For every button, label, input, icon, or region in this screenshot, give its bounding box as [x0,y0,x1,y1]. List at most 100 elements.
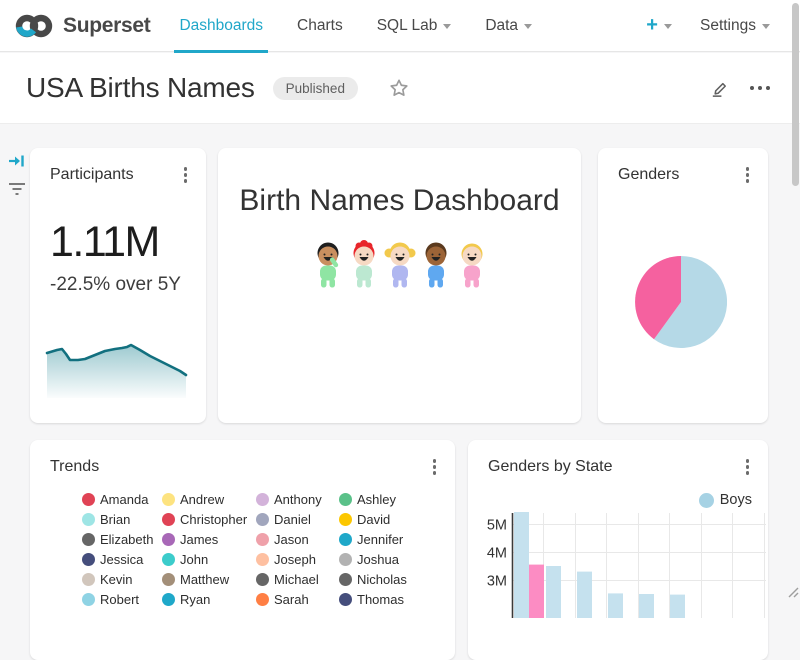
settings-label: Settings [700,17,756,35]
legend-swatch [82,593,95,606]
legend-label: John [180,552,208,567]
published-badge[interactable]: Published [273,77,358,100]
kid-figure [461,244,482,288]
favorite-star-icon[interactable] [388,77,410,99]
legend-item[interactable]: John [162,552,256,567]
bar-boys [608,593,623,618]
legend-item[interactable]: Kevin [82,572,162,587]
nav-item-label: Dashboards [179,17,263,35]
chart-menu-icon[interactable] [180,165,192,185]
expand-filter-bar-icon[interactable] [8,152,26,175]
legend-swatch [162,513,175,526]
chevron-down-icon [762,24,770,29]
legend-swatch [82,533,95,546]
legend-swatch [339,593,352,606]
legend-label: Jessica [100,552,143,567]
legend-item[interactable]: Brian [82,512,162,527]
legend-item[interactable]: Nicholas [339,572,434,587]
legend-label: Amanda [100,492,148,507]
legend-item[interactable]: Jessica [82,552,162,567]
kid-figure [353,240,374,288]
nav-item-label: Charts [297,17,343,35]
legend-swatch [339,573,352,586]
genders-by-state-bar-chart: 5M 4M 3M [468,440,768,618]
legend-label: Daniel [274,512,311,527]
nav-item-charts[interactable]: Charts [280,0,360,52]
legend-swatch [256,553,269,566]
kids-illustration [310,240,490,290]
nav-menu: Dashboards Charts SQL Lab Data [162,0,549,52]
legend-item[interactable]: Elizabeth [82,532,162,547]
legend-swatch [339,553,352,566]
legend-label: Joshua [357,552,399,567]
nav-item-dashboards[interactable]: Dashboards [162,0,280,52]
legend-item[interactable]: Joseph [256,552,339,567]
legend-item[interactable]: Sarah [256,592,339,607]
legend-item[interactable]: Robert [82,592,162,607]
legend-item[interactable]: James [162,532,256,547]
legend-swatch [162,553,175,566]
nav-item-sql-lab[interactable]: SQL Lab [360,0,469,52]
legend-item[interactable]: Thomas [339,592,434,607]
legend-label: Anthony [274,492,322,507]
genders-by-state-card: Genders by State Boys 5M 4M 3M [468,440,768,660]
participants-card: Participants 1.11M -22.5% over 5Y [30,148,206,423]
legend-item[interactable]: David [339,512,434,527]
legend-label: Kevin [100,572,133,587]
chart-title: Trends [50,458,99,476]
settings-menu[interactable]: Settings [700,17,770,35]
new-item-button[interactable]: + [646,14,672,37]
dashboard-header: USA Births Names Published [0,53,800,124]
legend-swatch [339,493,352,506]
legend-item[interactable]: Anthony [256,492,339,507]
big-number-value: 1.11M [50,218,159,267]
legend-item[interactable]: Matthew [162,572,256,587]
legend-item[interactable]: Andrew [162,492,256,507]
participants-sparkline [44,336,190,398]
markdown-header-card: Birth Names Dashboard [218,148,581,423]
legend-item[interactable]: Joshua [339,552,434,567]
resize-handle-icon[interactable] [785,584,799,598]
bar-boys [546,566,561,618]
legend-swatch [162,573,175,586]
trends-card: Trends Amanda Andrew Anthony Ashley Brian Chr… [30,440,455,660]
legend-item[interactable]: Ryan [162,592,256,607]
superset-logo[interactable]: Superset [14,12,150,40]
legend-swatch [82,553,95,566]
page-title: USA Births Names [26,72,255,104]
legend-swatch [256,573,269,586]
header-actions [709,78,775,99]
legend-item[interactable]: Jason [256,532,339,547]
legend-label: Matthew [180,572,229,587]
legend-label: Jennifer [357,532,403,547]
legend-label: Joseph [274,552,316,567]
scrollbar-thumb[interactable] [792,3,799,186]
chart-menu-icon[interactable] [742,165,754,185]
legend-item[interactable]: Daniel [256,512,339,527]
chart-menu-icon[interactable] [429,457,441,477]
more-actions-icon[interactable] [750,82,771,95]
legend-label: Elizabeth [100,532,153,547]
kid-figure [317,243,339,288]
trends-legend: Amanda Andrew Anthony Ashley Brian Christophe… [82,489,434,609]
edit-dashboard-icon[interactable] [709,78,730,99]
chevron-down-icon [443,24,451,29]
legend-item[interactable]: Amanda [82,492,162,507]
bar-boys [514,512,529,618]
legend-label: Thomas [357,592,404,607]
bar-boys [670,595,685,618]
chevron-down-icon [524,24,532,29]
legend-swatch [162,533,175,546]
filter-icon[interactable] [8,181,26,202]
bar-boys [577,572,592,618]
nav-item-data[interactable]: Data [468,0,549,52]
nav-right: + Settings [646,14,800,37]
legend-item[interactable]: Michael [256,572,339,587]
legend-label: Christopher [180,512,247,527]
legend-item[interactable]: Christopher [162,512,256,527]
kid-figure [384,243,415,288]
legend-swatch [256,493,269,506]
legend-swatch [339,533,352,546]
legend-item[interactable]: Ashley [339,492,434,507]
legend-item[interactable]: Jennifer [339,532,434,547]
